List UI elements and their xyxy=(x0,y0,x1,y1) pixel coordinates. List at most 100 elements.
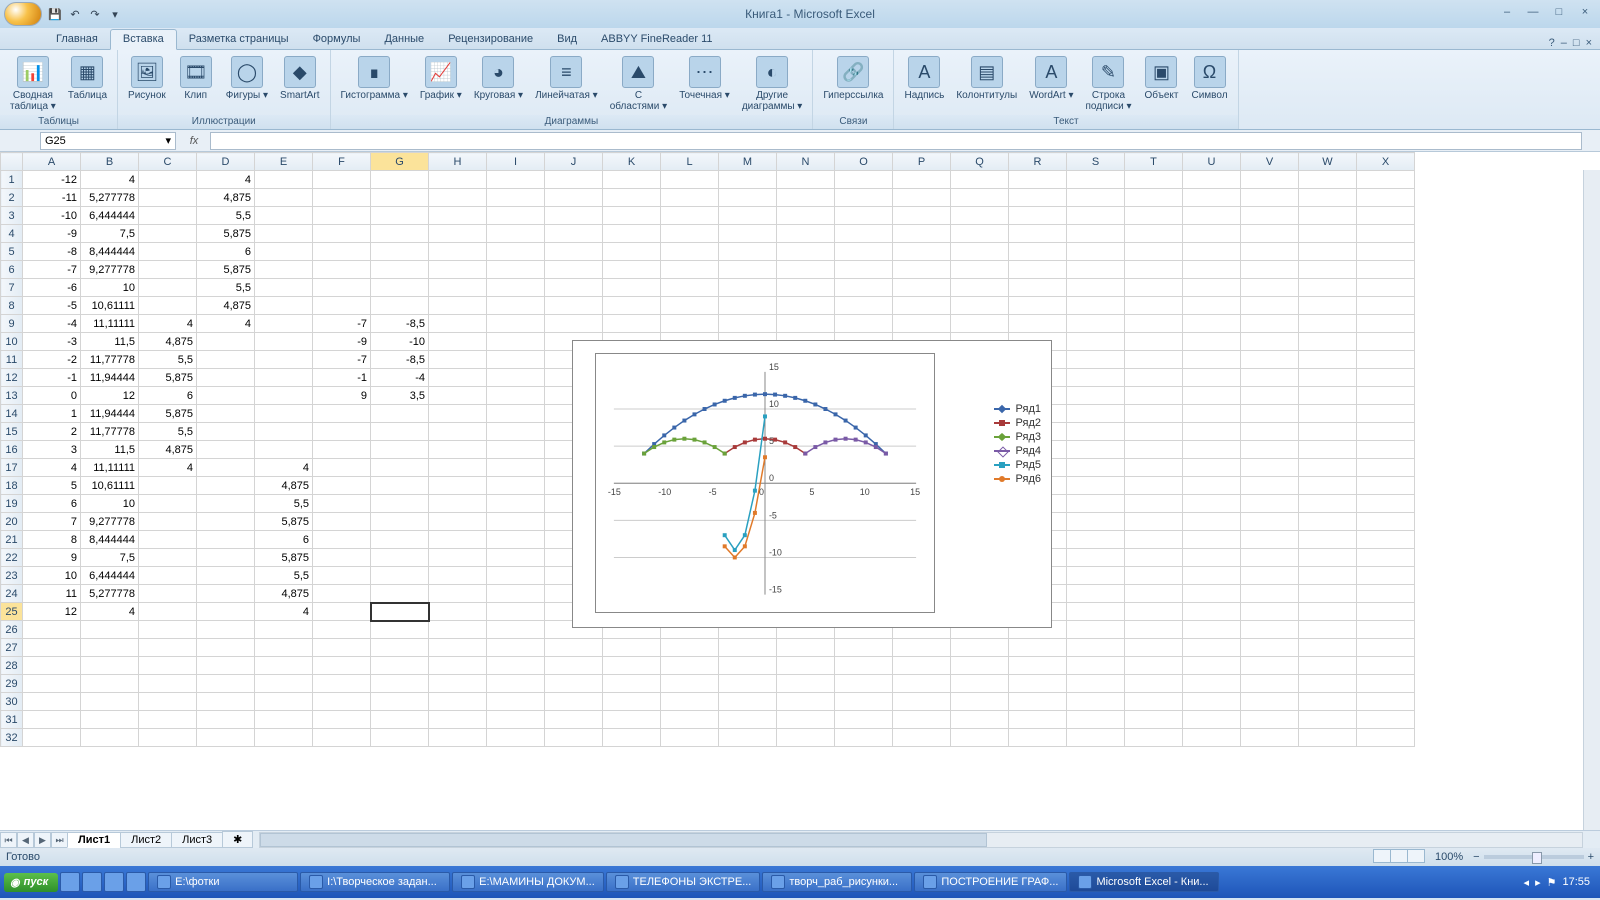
cell[interactable]: 0 xyxy=(23,387,81,405)
column-header[interactable]: M xyxy=(719,153,777,171)
cell[interactable] xyxy=(255,261,313,279)
cell[interactable] xyxy=(313,261,371,279)
cell[interactable] xyxy=(1125,441,1183,459)
ribbon-button[interactable]: ◕Круговая ▾ xyxy=(470,54,527,103)
cell[interactable] xyxy=(313,513,371,531)
cell[interactable] xyxy=(197,369,255,387)
view-buttons[interactable] xyxy=(1374,849,1425,866)
cell[interactable] xyxy=(313,459,371,477)
column-header[interactable]: R xyxy=(1009,153,1067,171)
cell[interactable]: 5 xyxy=(23,477,81,495)
taskbar-item[interactable]: ТЕЛЕФОНЫ ЭКСТРЕ... xyxy=(606,872,761,892)
cell[interactable] xyxy=(1067,351,1125,369)
cell[interactable] xyxy=(1067,441,1125,459)
cell[interactable] xyxy=(1125,621,1183,639)
ribbon-button[interactable]: ▣Объект xyxy=(1139,54,1183,103)
cell[interactable] xyxy=(1357,261,1415,279)
cell[interactable] xyxy=(1009,711,1067,729)
cell[interactable]: 8 xyxy=(23,531,81,549)
cell[interactable] xyxy=(1183,261,1241,279)
cell[interactable] xyxy=(429,639,487,657)
cell[interactable] xyxy=(371,621,429,639)
cell[interactable] xyxy=(661,693,719,711)
cell[interactable] xyxy=(951,639,1009,657)
column-header[interactable]: T xyxy=(1125,153,1183,171)
cell[interactable] xyxy=(1067,243,1125,261)
cell[interactable] xyxy=(719,189,777,207)
cell[interactable] xyxy=(1241,657,1299,675)
cell[interactable] xyxy=(661,171,719,189)
cell[interactable] xyxy=(1357,513,1415,531)
cell[interactable] xyxy=(1357,621,1415,639)
cell[interactable] xyxy=(81,639,139,657)
cell[interactable] xyxy=(371,441,429,459)
cell[interactable] xyxy=(893,297,951,315)
cell[interactable] xyxy=(1009,675,1067,693)
row-header[interactable]: 27 xyxy=(1,639,23,657)
cell[interactable] xyxy=(23,729,81,747)
cell[interactable]: 5,5 xyxy=(197,279,255,297)
cell[interactable] xyxy=(777,189,835,207)
cell[interactable]: -8 xyxy=(23,243,81,261)
cell[interactable] xyxy=(255,315,313,333)
column-header[interactable]: K xyxy=(603,153,661,171)
cell[interactable] xyxy=(951,279,1009,297)
taskbar-item[interactable]: ПОСТРОЕНИЕ ГРАФ... xyxy=(914,872,1067,892)
cell[interactable] xyxy=(429,585,487,603)
cell[interactable] xyxy=(1357,315,1415,333)
cell[interactable] xyxy=(1067,279,1125,297)
chevron-down-icon[interactable]: ▾ xyxy=(165,134,171,147)
cell[interactable] xyxy=(255,711,313,729)
cell[interactable] xyxy=(429,549,487,567)
ribbon-tab[interactable]: Вид xyxy=(545,30,589,49)
cell[interactable] xyxy=(835,171,893,189)
cell[interactable] xyxy=(545,657,603,675)
cell[interactable] xyxy=(139,729,197,747)
column-header[interactable]: S xyxy=(1067,153,1125,171)
cell[interactable]: 4,875 xyxy=(139,333,197,351)
cell[interactable] xyxy=(487,675,545,693)
cell[interactable] xyxy=(487,621,545,639)
cell[interactable] xyxy=(1009,225,1067,243)
cell[interactable] xyxy=(1357,729,1415,747)
cell[interactable] xyxy=(313,495,371,513)
cell[interactable]: 5,277778 xyxy=(81,585,139,603)
cell[interactable] xyxy=(661,261,719,279)
cell[interactable] xyxy=(545,639,603,657)
cell[interactable] xyxy=(1067,513,1125,531)
cell[interactable] xyxy=(777,261,835,279)
cell[interactable] xyxy=(197,675,255,693)
cell[interactable] xyxy=(255,693,313,711)
cell[interactable]: 3 xyxy=(23,441,81,459)
cell[interactable] xyxy=(835,711,893,729)
cell[interactable]: 4,875 xyxy=(255,585,313,603)
cell[interactable] xyxy=(313,657,371,675)
cell[interactable] xyxy=(1299,351,1357,369)
cell[interactable] xyxy=(197,711,255,729)
cell[interactable] xyxy=(1183,603,1241,621)
cell[interactable] xyxy=(777,675,835,693)
row-header[interactable]: 1 xyxy=(1,171,23,189)
cell[interactable] xyxy=(951,207,1009,225)
cell[interactable] xyxy=(1125,711,1183,729)
cell[interactable] xyxy=(1125,729,1183,747)
cell[interactable] xyxy=(719,675,777,693)
taskbar-item[interactable]: творч_раб_рисунки... xyxy=(762,872,912,892)
cell[interactable] xyxy=(1241,369,1299,387)
row-header[interactable]: 24 xyxy=(1,585,23,603)
cell[interactable] xyxy=(255,405,313,423)
cell[interactable] xyxy=(1357,297,1415,315)
cell[interactable] xyxy=(1009,639,1067,657)
cell[interactable] xyxy=(197,513,255,531)
cell[interactable] xyxy=(487,279,545,297)
cell[interactable] xyxy=(1241,729,1299,747)
zoom-slider[interactable]: −+ xyxy=(1473,851,1594,863)
cell[interactable] xyxy=(1299,639,1357,657)
row-header[interactable]: 2 xyxy=(1,189,23,207)
cell[interactable] xyxy=(255,333,313,351)
cell[interactable] xyxy=(1183,585,1241,603)
cell[interactable] xyxy=(429,279,487,297)
cell[interactable] xyxy=(429,567,487,585)
cell[interactable] xyxy=(893,711,951,729)
cell[interactable] xyxy=(719,657,777,675)
